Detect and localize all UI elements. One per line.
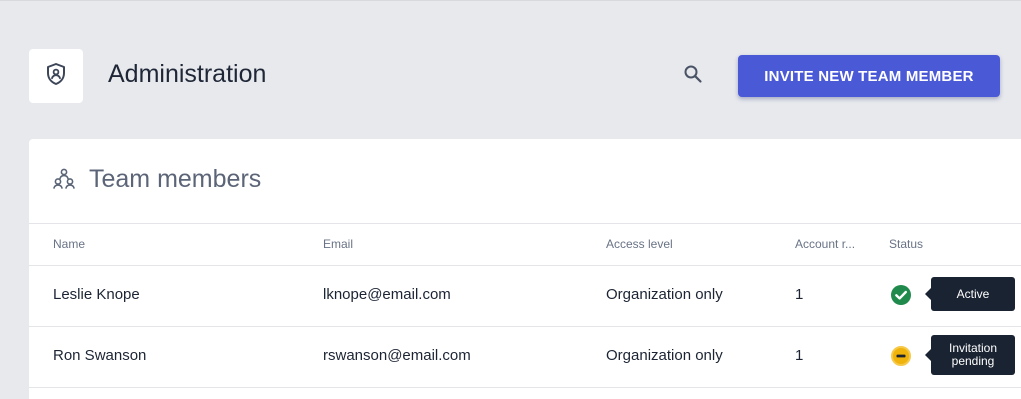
search-button[interactable] (680, 63, 706, 89)
member-email: rswanson@email.com (323, 347, 471, 364)
check-circle-icon[interactable] (890, 284, 912, 306)
member-name: Leslie Knope (53, 286, 140, 303)
member-name: Ron Swanson (53, 347, 147, 364)
invite-new-team-member-button[interactable]: INVITE NEW TEAM MEMBER (738, 55, 1000, 97)
card-title: Team members (89, 165, 262, 193)
admin-logo (29, 49, 83, 103)
member-access-level: Organization only (606, 347, 723, 364)
team-members-card: Team members Name Email Access level Acc… (29, 139, 1021, 399)
member-email: lknope@email.com (323, 286, 451, 303)
search-icon (683, 64, 703, 89)
status-tooltip: Invitation pending (925, 335, 1015, 375)
admin-page: Administration INVITE NEW TEAM MEMBER Te… (0, 0, 1021, 399)
page-title: Administration (108, 60, 267, 88)
team-icon (52, 167, 76, 191)
card-header: Team members (29, 139, 1021, 224)
status-tooltip-text: Active (956, 286, 990, 301)
column-header-status[interactable]: Status (889, 237, 923, 251)
member-account: 1 (795, 347, 804, 364)
column-header-email[interactable]: Email (323, 237, 353, 251)
table-row[interactable]: Leslie Knope lknope@email.com Organizati… (29, 266, 1021, 327)
minus-circle-icon[interactable] (890, 345, 912, 367)
table-row[interactable]: Ron Swanson rswanson@email.com Organizat… (29, 327, 1021, 388)
column-header-access-level[interactable]: Access level (606, 237, 673, 251)
member-access-level: Organization only (606, 286, 723, 303)
table-header: Name Email Access level Account r... Sta… (29, 224, 1021, 266)
shield-user-icon (45, 62, 67, 91)
status-tooltip-text-line-2: pending (951, 354, 995, 368)
column-header-account[interactable]: Account r... (795, 237, 855, 251)
member-account: 1 (795, 286, 804, 303)
status-tooltip: Active (925, 277, 1015, 311)
column-header-name[interactable]: Name (53, 237, 85, 251)
